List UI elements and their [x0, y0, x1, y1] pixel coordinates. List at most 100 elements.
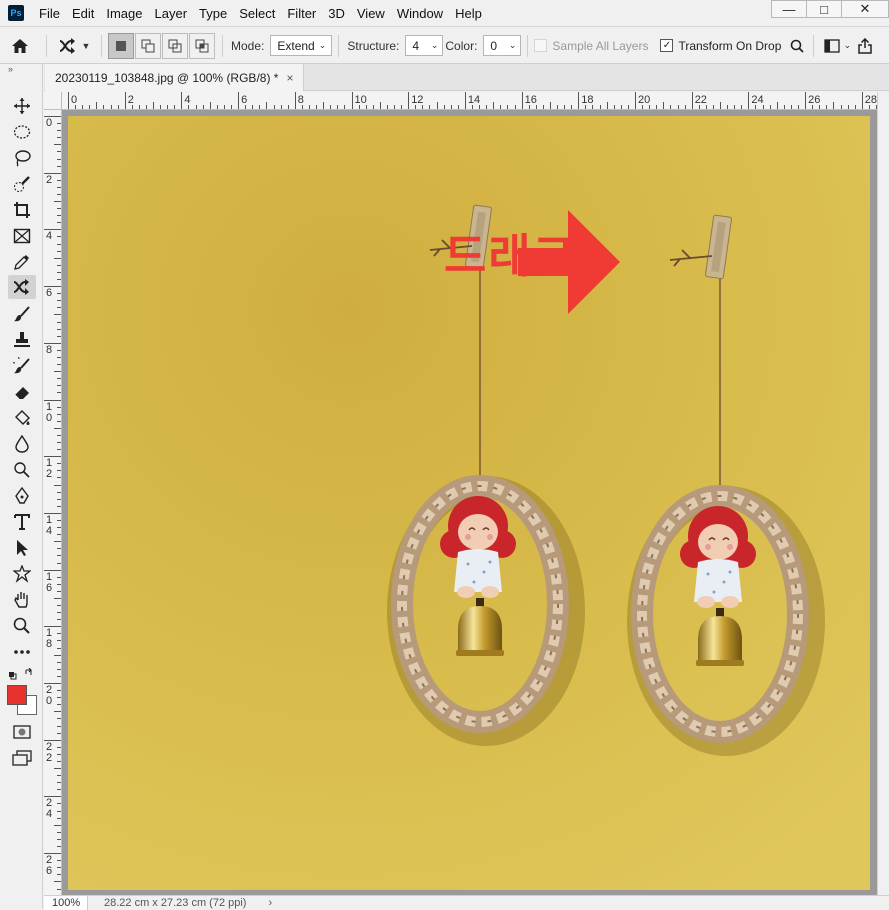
paint-bucket-tool[interactable] — [8, 406, 36, 430]
menu-layer[interactable]: Layer — [149, 0, 194, 27]
hand-icon — [14, 592, 28, 608]
ruler-subtick — [57, 477, 61, 479]
zoom-tool[interactable] — [8, 614, 36, 638]
intersect-selection-button[interactable] — [189, 32, 215, 59]
ruler-subtick — [698, 105, 700, 109]
subtract-selection-button[interactable] — [162, 32, 188, 59]
blur-tool[interactable] — [8, 432, 36, 456]
add-selection-icon — [141, 39, 155, 52]
menu-window[interactable]: Window — [391, 0, 449, 27]
document-tab[interactable]: 20230119_103848.jpg @ 100% (RGB/8) * × — [45, 64, 305, 91]
new-selection-button[interactable] — [108, 32, 134, 59]
sample-all-layers-checkbox[interactable] — [534, 39, 548, 52]
vertical-scrollbar[interactable] — [877, 92, 889, 895]
ruler-subtick — [394, 105, 396, 109]
hand-tool[interactable] — [8, 588, 36, 612]
custom-shape-tool[interactable] — [8, 562, 36, 586]
search-button[interactable] — [787, 33, 807, 59]
menu-select[interactable]: Select — [233, 0, 281, 27]
ruler-subtick — [259, 105, 261, 109]
brush-tool[interactable] — [8, 302, 36, 326]
lasso-tool[interactable] — [8, 146, 36, 170]
eraser-tool[interactable] — [8, 380, 36, 404]
menu-filter[interactable]: Filter — [281, 0, 322, 27]
eyedropper-tool[interactable] — [8, 250, 36, 274]
content-aware-move-tool[interactable] — [8, 275, 36, 299]
ruler-subtick — [57, 491, 61, 493]
restore-button[interactable]: □ — [806, 0, 842, 18]
minimize-button[interactable]: — — [771, 0, 807, 18]
close-window-button[interactable]: ✕ — [841, 0, 889, 18]
ruler-subtick — [57, 385, 61, 387]
ruler-tick — [805, 92, 807, 109]
share-button[interactable] — [854, 33, 876, 59]
ruler-subtick — [677, 105, 679, 109]
ruler-subtick — [486, 105, 488, 109]
expand-panel-icon[interactable]: » — [8, 64, 13, 74]
clone-stamp-tool[interactable] — [8, 328, 36, 352]
ruler-subtick — [450, 105, 452, 109]
more-tools-button[interactable] — [8, 640, 36, 664]
history-brush-tool[interactable] — [8, 354, 36, 378]
status-menu-arrow-icon[interactable]: › — [268, 897, 272, 909]
workspace-button[interactable]: ⌄ — [820, 33, 854, 59]
quick-mask-button[interactable] — [8, 720, 36, 744]
ruler-subtick — [57, 661, 61, 663]
ruler-subtick — [287, 105, 289, 109]
ruler-subtick — [57, 328, 61, 330]
close-tab-icon[interactable]: × — [286, 71, 293, 85]
new-selection-icon — [116, 40, 126, 51]
ruler-subtick — [57, 151, 61, 153]
ruler-subtick — [323, 102, 325, 109]
menu-view[interactable]: View — [351, 0, 391, 27]
crop-tool[interactable] — [8, 198, 36, 222]
default-colors-button[interactable] — [8, 667, 34, 682]
ruler-tick — [294, 92, 296, 109]
quick-selection-tool[interactable] — [8, 172, 36, 196]
transform-on-drop-checkbox[interactable]: ✓ — [660, 39, 674, 52]
ruler-subtick — [57, 165, 61, 167]
structure-select[interactable]: 4 ⌄ — [405, 35, 444, 56]
ruler-origin[interactable] — [44, 92, 62, 110]
path-selection-tool[interactable] — [8, 536, 36, 560]
move-tool[interactable] — [8, 94, 36, 118]
frame-tool[interactable] — [8, 224, 36, 248]
ruler-subtick — [344, 105, 346, 109]
menu-type[interactable]: Type — [193, 0, 233, 27]
foreground-color-swatch[interactable] — [7, 685, 27, 705]
vertical-ruler[interactable]: 02468101214161820222426 — [44, 110, 62, 895]
ruler-subtick — [174, 105, 176, 109]
screen-mode-button[interactable] — [8, 746, 36, 770]
ruler-subtick — [57, 612, 61, 614]
ruler-subtick — [57, 349, 61, 351]
mode-select[interactable]: Extend ⌄ — [270, 35, 333, 56]
type-tool[interactable] — [8, 510, 36, 534]
ruler-subtick — [82, 105, 84, 109]
chevron-down-icon: ⌄ — [430, 40, 439, 50]
ruler-tick — [408, 92, 410, 109]
zoom-level-field[interactable]: 100% — [44, 895, 88, 910]
horizontal-ruler[interactable]: 0 2 4 6 8 10 12 14 16 18 20 22 24 26 28 — [62, 92, 877, 110]
menu-3d[interactable]: 3D — [322, 0, 351, 27]
swap-colors-icon — [9, 667, 32, 680]
ruler-subtick — [507, 105, 509, 109]
elliptical-marquee-tool[interactable] — [8, 120, 36, 144]
dodge-tool[interactable] — [8, 458, 36, 482]
menu-image[interactable]: Image — [100, 0, 148, 27]
menu-help[interactable]: Help — [449, 0, 488, 27]
ruler-subtick — [75, 105, 77, 109]
ruler-subtick — [57, 640, 61, 642]
add-to-selection-button[interactable] — [135, 32, 161, 59]
paint-bucket-icon — [15, 410, 30, 425]
ruler-subtick — [847, 105, 849, 109]
tool-preset-picker[interactable]: ▼ — [53, 33, 95, 59]
home-button[interactable] — [0, 33, 40, 59]
pen-tool[interactable] — [8, 484, 36, 508]
color-select[interactable]: 0 ⌄ — [483, 35, 522, 56]
ruler-subtick — [57, 123, 61, 125]
ruler-subtick — [819, 105, 821, 109]
menu-file[interactable]: File — [33, 0, 66, 27]
move-icon — [14, 98, 30, 114]
ruler-subtick — [57, 279, 61, 280]
menu-edit[interactable]: Edit — [66, 0, 100, 27]
